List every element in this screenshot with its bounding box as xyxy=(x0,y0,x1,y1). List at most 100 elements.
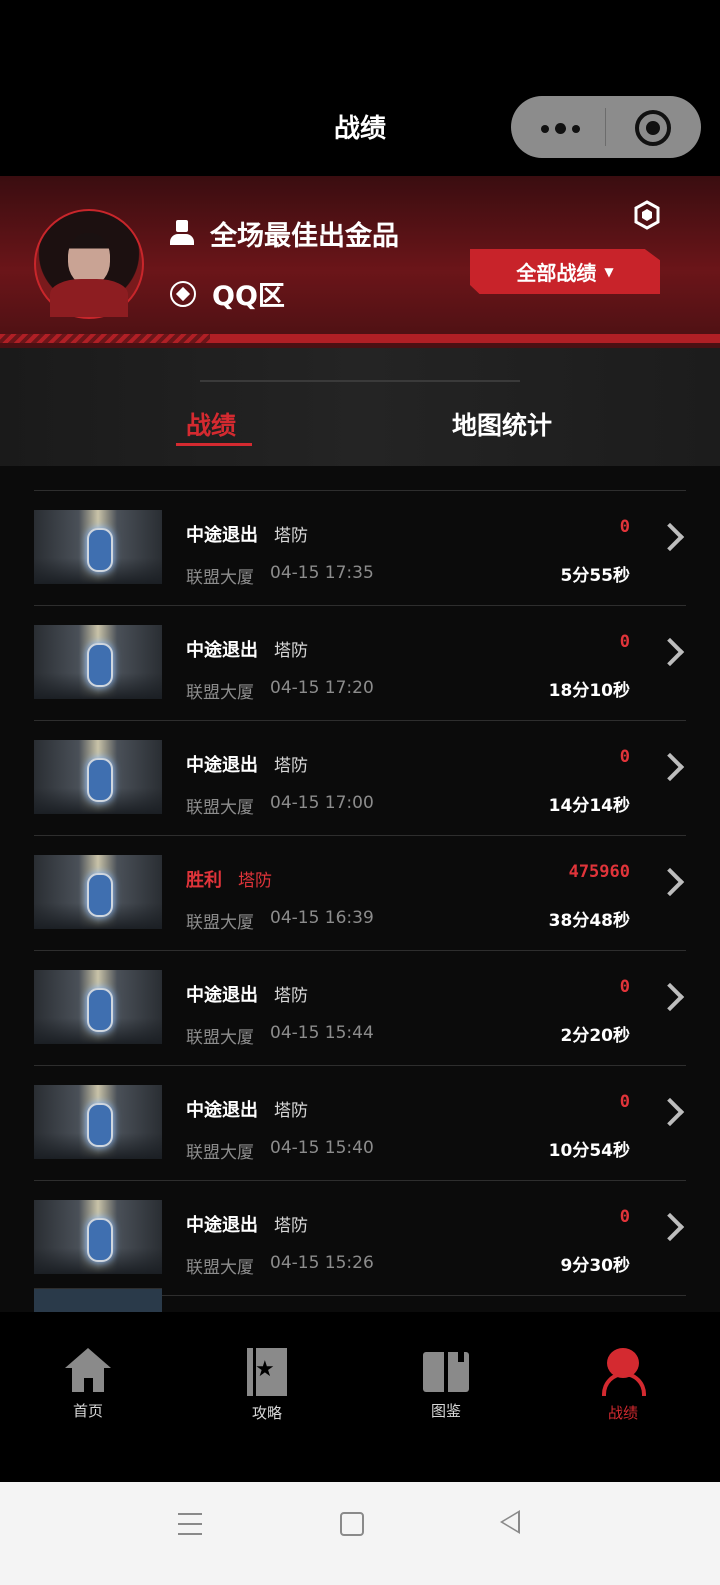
record-row[interactable]: 中途退出 塔防 联盟大厦 04-15 15:40 0 10分54秒 xyxy=(34,1065,686,1180)
map-thumbnail xyxy=(34,510,162,584)
tab-records[interactable]: 战绩 xyxy=(186,406,236,442)
record-row[interactable]: 中途退出 塔防 联盟大厦 04-15 17:20 0 18分10秒 xyxy=(34,605,686,720)
record-mode: 塔防 xyxy=(238,871,272,891)
record-row[interactable]: 胜利 塔防 联盟大厦 04-15 16:39 475960 38分48秒 xyxy=(34,835,686,950)
record-duration: 18分10秒 xyxy=(548,681,630,701)
record-score: 475960 xyxy=(568,862,630,882)
record-title-row: 胜利 塔防 xyxy=(186,866,272,892)
record-result: 中途退出 xyxy=(186,755,258,776)
record-list[interactable]: 中途退出 塔防 联盟大厦 04-15 17:35 0 5分55秒 中途退出 塔防 联盟大厦 04-… xyxy=(0,466,720,1312)
nav-records-label: 战绩 xyxy=(607,1404,638,1422)
record-row[interactable]: 中途退出 塔防 联盟大厦 04-15 15:44 0 2分20秒 xyxy=(34,950,686,1065)
all-records-filter-button[interactable]: 全部战绩 ▼ xyxy=(470,249,660,294)
close-target-icon[interactable] xyxy=(635,110,671,146)
record-score: 0 xyxy=(619,1207,630,1227)
record-row[interactable]: 中途退出 塔防 联盟大厦 04-15 15:26 0 9分30秒 xyxy=(34,1180,686,1295)
record-score: 0 xyxy=(619,1092,630,1112)
book-icon xyxy=(423,1348,469,1394)
more-icon[interactable] xyxy=(541,123,580,134)
record-thumbnail-partial xyxy=(34,1288,162,1312)
record-map: 联盟大厦 xyxy=(186,1258,254,1278)
record-row[interactable]: 中途退出 塔防联盟大厦 04-15 17:00 0 14分14秒 xyxy=(34,720,686,835)
record-meta-row: 联盟大厦 04-15 15:44 xyxy=(186,1023,374,1048)
tab-bar: 战绩 地图统计 xyxy=(0,348,720,466)
menu-icon[interactable] xyxy=(178,1513,202,1543)
chevron-right-icon[interactable] xyxy=(655,522,685,552)
profile-hatch xyxy=(0,334,210,343)
nav-home[interactable]: 首页 xyxy=(43,1348,133,1421)
home-icon xyxy=(65,1348,111,1394)
capsule-icon xyxy=(87,1218,113,1262)
record-time: 04-15 17:00 xyxy=(270,793,374,813)
map-thumbnail xyxy=(34,740,162,814)
nav-guide[interactable]: ★ 攻略 xyxy=(222,1348,312,1423)
home-square-icon[interactable] xyxy=(340,1512,364,1536)
record-result: 中途退出 xyxy=(186,1215,258,1236)
map-thumbnail xyxy=(34,1200,162,1274)
record-title-row: 中途退出 塔防 xyxy=(186,981,308,1007)
record-map: 联盟大厦 xyxy=(186,1028,254,1048)
record-duration: 10分54秒 xyxy=(548,1141,630,1161)
capsule-icon xyxy=(87,1103,113,1147)
chevron-right-icon[interactable] xyxy=(655,867,685,897)
chevron-right-icon[interactable] xyxy=(655,752,685,782)
nav-codex[interactable]: 图鉴 xyxy=(401,1348,491,1421)
map-thumbnail xyxy=(34,1085,162,1159)
map-thumbnail xyxy=(34,970,162,1044)
tab-track xyxy=(200,380,520,382)
filter-button-label: 全部战绩 xyxy=(516,261,597,285)
record-duration: 14分14秒 xyxy=(548,796,630,816)
tab-map-stats[interactable]: 地图统计 xyxy=(452,406,552,442)
profile-card: 全场最佳出金品 QQ区 全部战绩 ▼ xyxy=(0,176,720,348)
record-mode: 塔防 xyxy=(274,986,308,1006)
record-result: 中途退出 xyxy=(186,1100,258,1121)
nav-home-label: 首页 xyxy=(72,1402,103,1420)
record-score: 0 xyxy=(619,747,630,767)
guide-icon: ★ xyxy=(247,1348,287,1396)
record-title-row: 中途退出 塔防 xyxy=(186,521,308,547)
record-result: 胜利 xyxy=(186,870,222,891)
record-mode: 塔防 xyxy=(274,756,308,776)
record-meta-row: 联盟大厦 04-15 17:20 xyxy=(186,678,374,703)
back-icon[interactable] xyxy=(500,1510,520,1534)
record-mode: 塔防 xyxy=(274,1101,308,1121)
record-rows: 中途退出 塔防 联盟大厦 04-15 17:35 0 5分55秒 中途退出 塔防 联盟大厦 04-… xyxy=(34,490,686,1296)
capsule-icon xyxy=(87,528,113,572)
avatar[interactable] xyxy=(34,209,144,319)
map-thumbnail xyxy=(34,625,162,699)
record-map: 联盟大厦 xyxy=(186,913,254,933)
record-title-row: 中途退出 塔防 xyxy=(186,1096,308,1122)
chevron-right-icon[interactable] xyxy=(655,982,685,1012)
nav-records[interactable]: 战绩 xyxy=(578,1348,668,1423)
avatar-coat xyxy=(50,279,128,317)
record-row[interactable]: 中途退出 塔防 联盟大厦 04-15 17:35 0 5分55秒 xyxy=(34,490,686,605)
record-duration: 5分55秒 xyxy=(560,566,631,586)
chevron-right-icon[interactable] xyxy=(655,1097,685,1127)
crosshair-icon xyxy=(170,280,196,307)
system-nav-bar xyxy=(0,1482,720,1585)
record-mode: 塔防 xyxy=(274,1216,308,1236)
record-score: 0 xyxy=(619,977,630,997)
record-meta-row: 联盟大厦 04-15 17:35 xyxy=(186,563,374,588)
avatar-face xyxy=(68,233,110,285)
record-title-row: 中途退出 塔防 xyxy=(186,751,308,777)
record-time: 04-15 16:39 xyxy=(270,908,374,928)
top-bar: 战绩 xyxy=(0,0,720,176)
capsule-icon xyxy=(87,873,113,917)
settings-icon[interactable] xyxy=(633,200,661,230)
mini-program-capsule xyxy=(511,96,701,158)
record-map: 联盟大厦 xyxy=(186,798,254,818)
map-thumbnail xyxy=(34,855,162,929)
capsule-icon xyxy=(87,988,113,1032)
record-mode: 塔防 xyxy=(274,526,308,546)
chevron-right-icon[interactable] xyxy=(655,637,685,667)
record-result: 中途退出 xyxy=(186,985,258,1006)
record-time: 04-15 15:26 xyxy=(270,1253,374,1273)
player-name-row: 全场最佳出金品 xyxy=(170,214,399,253)
capsule-icon xyxy=(87,758,113,802)
record-time: 04-15 15:44 xyxy=(270,1023,374,1043)
record-meta-row: 联盟大厦 04-15 16:39 xyxy=(186,908,374,933)
record-time: 04-15 17:35 xyxy=(270,563,374,583)
record-map: 联盟大厦 xyxy=(186,568,254,588)
chevron-right-icon[interactable] xyxy=(655,1212,685,1242)
